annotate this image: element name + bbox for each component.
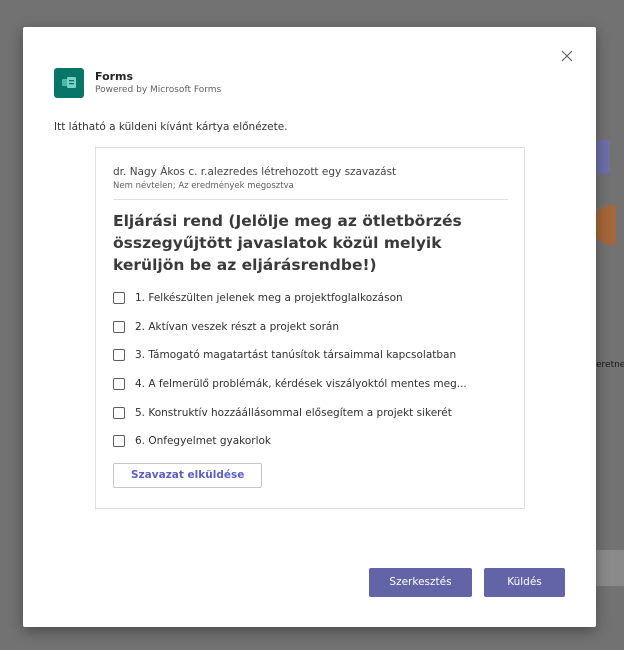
background-tile <box>596 140 610 174</box>
poll-option-3[interactable]: 3. Támogató magatartást tanúsítok társai… <box>113 341 508 370</box>
checkbox[interactable] <box>113 292 125 305</box>
edit-button[interactable]: Szerkesztés <box>369 568 472 597</box>
option-label: 1. Felkészülten jelenek meg a projektfog… <box>135 292 403 305</box>
poll-option-1[interactable]: 1. Felkészülten jelenek meg a projektfog… <box>113 284 508 313</box>
divider <box>113 199 508 200</box>
option-label: 3. Támogató magatartást tanúsítok társai… <box>135 349 457 362</box>
option-label: 4. A felmerülő problémák, kérdések viszá… <box>135 378 467 391</box>
background-panel <box>596 550 624 586</box>
poll-card-preview: dr. Nagy Ákos c. r.alezredes létrehozott… <box>95 147 525 509</box>
close-button[interactable] <box>558 47 576 65</box>
option-label: 2. Aktívan veszek részt a projekt során <box>135 320 339 333</box>
app-powered-by: Powered by Microsoft Forms <box>95 84 222 95</box>
send-card-dialog: Forms Powered by Microsoft Forms Itt lát… <box>23 27 596 627</box>
checkbox[interactable] <box>113 435 125 448</box>
option-label: 5. Konstruktív hozzáállásommal elősegíte… <box>135 406 452 419</box>
app-header: Forms Powered by Microsoft Forms <box>54 68 221 98</box>
preview-note: Itt látható a küldeni kívánt kártya előn… <box>54 121 288 133</box>
poll-option-6[interactable]: 6. Önfegyelmet gyakorlok <box>113 427 508 456</box>
poll-option-2[interactable]: 2. Aktívan veszek részt a projekt során <box>113 313 508 342</box>
app-name: Forms <box>95 69 134 83</box>
send-button[interactable]: Küldés <box>484 568 565 597</box>
background-text: eretne <box>596 360 624 370</box>
poll-options: 1. Felkészülten jelenek meg a projektfog… <box>113 284 508 456</box>
forms-app-icon <box>54 68 84 98</box>
option-label: 6. Önfegyelmet gyakorlok <box>135 435 272 448</box>
checkbox[interactable] <box>113 406 125 419</box>
poll-option-4[interactable]: 4. A felmerülő problémák, kérdések viszá… <box>113 370 508 399</box>
poll-question: Eljárási rend (Jelölje meg az ötletbörzé… <box>113 212 462 274</box>
poll-visibility: Nem névtelen; Az eredmények megosztva <box>113 181 294 191</box>
close-icon <box>561 50 573 62</box>
checkbox[interactable] <box>113 320 125 333</box>
checkbox[interactable] <box>113 349 125 362</box>
submit-vote-button[interactable]: Szavazat elküldése <box>113 462 263 488</box>
checkbox[interactable] <box>113 378 125 391</box>
poll-creator: dr. Nagy Ákos c. r.alezredes létrehozott… <box>113 166 397 178</box>
poll-option-5[interactable]: 5. Konstruktív hozzáállásommal elősegíte… <box>113 398 508 427</box>
